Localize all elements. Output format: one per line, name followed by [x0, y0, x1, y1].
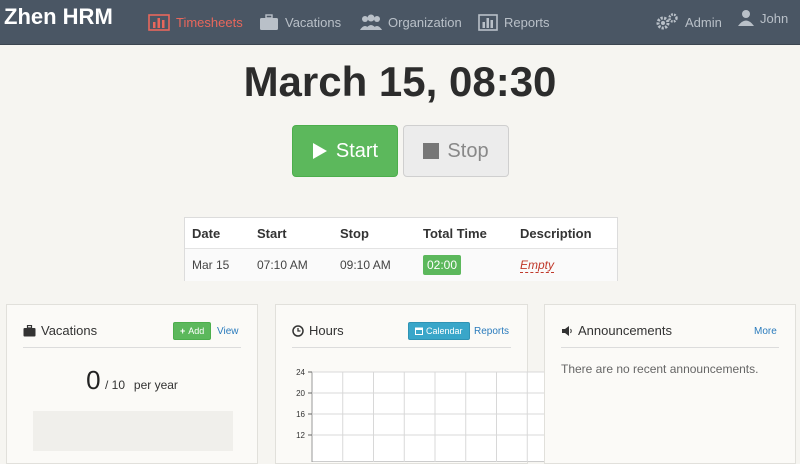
nav-reports[interactable]: Reports [478, 13, 550, 31]
briefcase-icon [260, 13, 278, 30]
panel-title: Announcements [561, 323, 672, 338]
start-label: Start [335, 139, 379, 162]
vacation-total: / 10 [104, 378, 125, 392]
calendar-label: Calendar [426, 326, 463, 336]
divider [292, 347, 511, 348]
stop-label: Stop [447, 139, 489, 162]
announcements-empty: There are no recent announcements. [561, 362, 759, 376]
reports-link[interactable]: Reports [474, 326, 509, 337]
vacation-used: 0 [86, 365, 101, 395]
panel-title: Hours [292, 323, 344, 338]
y-tick-label: 20 [296, 389, 305, 398]
more-announcements-link[interactable]: More [754, 326, 777, 337]
cell-description: Empty [520, 249, 555, 281]
bar-chart-icon [478, 13, 498, 31]
announcements-title: Announcements [578, 323, 672, 338]
top-navbar: Zhen HRM Timesheets Vacations Organizati… [0, 0, 800, 45]
gears-icon [656, 13, 678, 30]
user-icon [738, 10, 754, 26]
column-header: Stop [340, 225, 369, 241]
nav-label: Timesheets [176, 14, 243, 30]
nav-label: Organization [388, 14, 462, 30]
current-datetime: March 15, 08:30 [243, 58, 557, 105]
hours-chart: 24 20 16 12 [296, 368, 559, 462]
vacation-placeholder [33, 411, 233, 451]
vacations-panel: Vacations + Add View 0 / 10 per year [6, 304, 258, 464]
nav-label: Reports [504, 14, 550, 30]
nav-label: John [760, 10, 789, 26]
total-time-badge: 02:00 [423, 255, 462, 275]
announcements-panel: Announcements More There are no recent a… [544, 304, 796, 464]
divider [23, 347, 241, 348]
y-tick-label: 24 [296, 368, 305, 377]
calendar-icon [415, 327, 423, 335]
nav-label: Vacations [285, 14, 342, 30]
add-label: Add [188, 326, 205, 336]
brand-logo[interactable]: Zhen HRM [4, 4, 113, 30]
column-header: Total Time [423, 225, 487, 241]
column-header: Date [192, 225, 221, 241]
cell-total: 02:00 [423, 249, 462, 281]
y-tick-label: 12 [296, 431, 305, 440]
panel-title: Vacations [23, 323, 97, 338]
cell-start: 07:10 AM [257, 258, 308, 272]
nav-admin[interactable]: Admin [655, 13, 722, 31]
nav-user[interactable]: John [738, 9, 788, 27]
megaphone-icon [562, 325, 572, 336]
add-vacation-button[interactable]: + Add [173, 322, 212, 340]
table-header: Date Start Stop Total Time Description [185, 218, 617, 249]
table-row: Mar 15 07:10 AM 09:10 AM 02:00 Empty [185, 249, 617, 281]
vacation-counter: 0 / 10 per year [7, 365, 257, 396]
stop-icon [423, 143, 440, 159]
divider [561, 347, 779, 348]
plus-icon: + [180, 326, 186, 336]
start-button[interactable]: Start [292, 125, 398, 177]
users-icon [360, 14, 382, 30]
hours-title: Hours [309, 323, 344, 338]
column-header: Description [520, 225, 592, 241]
y-tick-label: 16 [296, 410, 305, 419]
briefcase-icon [23, 324, 36, 336]
nav-vacations[interactable]: Vacations [259, 13, 341, 31]
stop-button[interactable]: Stop [403, 125, 509, 177]
cell-stop: 09:10 AM [340, 258, 391, 272]
vacation-unit: per year [133, 378, 178, 392]
vacations-title: Vacations [41, 323, 98, 338]
cell-date: Mar 15 [192, 258, 230, 272]
column-header: Start [257, 225, 287, 241]
description-editable[interactable]: Empty [520, 258, 555, 273]
timesheet-table: Date Start Stop Total Time Description M… [184, 217, 618, 281]
clock-icon [292, 324, 304, 337]
bar-chart-icon [148, 13, 170, 31]
nav-timesheets[interactable]: Timesheets [148, 13, 243, 31]
nav-organization[interactable]: Organization [360, 13, 462, 31]
nav-label: Admin [685, 14, 722, 30]
calendar-button[interactable]: Calendar [408, 322, 470, 340]
view-vacations-link[interactable]: View [217, 326, 239, 337]
play-icon [312, 143, 327, 159]
